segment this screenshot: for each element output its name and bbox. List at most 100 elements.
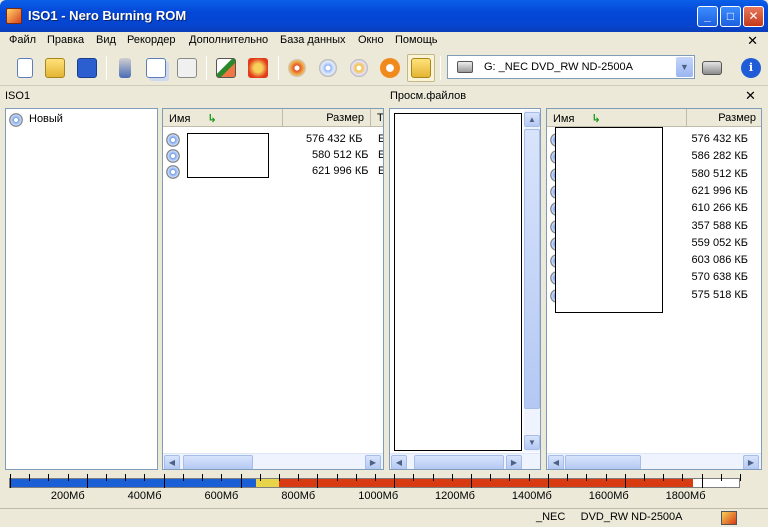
item-size: 580 512 КБ <box>312 149 369 161</box>
erase-button[interactable] <box>244 54 272 82</box>
horizontal-scrollbar[interactable]: ◀ ▶ <box>390 453 540 469</box>
scroll-thumb[interactable] <box>183 455 253 469</box>
scroll-left-icon[interactable]: ◀ <box>548 455 564 469</box>
drive-select[interactable]: G: _NEC DVD_RW ND-2500A ▼ <box>447 55 695 79</box>
close-button[interactable]: ✕ <box>743 6 764 27</box>
erase-icon <box>248 58 268 78</box>
file-browser-button[interactable] <box>407 54 435 82</box>
scroll-thumb[interactable] <box>565 455 641 469</box>
column-header-size[interactable]: Размер <box>283 109 371 127</box>
scale-tick <box>221 474 223 481</box>
save-button[interactable] <box>73 54 101 82</box>
column-header-name[interactable]: Имя ↳ <box>547 109 687 127</box>
column-header-type[interactable]: Т <box>371 109 383 127</box>
menu-recorder[interactable]: Рекордер <box>127 34 176 46</box>
menu-extras[interactable]: Дополнительно <box>189 34 268 46</box>
drive-info-button[interactable] <box>698 54 726 82</box>
scale-label: 1600Мб <box>588 490 629 502</box>
disc-icon <box>9 113 23 127</box>
browser-close-icon[interactable]: ✕ <box>745 88 756 104</box>
paste-button[interactable] <box>173 54 201 82</box>
copy-disc-button[interactable] <box>314 54 342 82</box>
scale-tick <box>259 474 261 481</box>
mdi-close-icon[interactable]: ✕ <box>747 33 758 49</box>
burn-button[interactable] <box>283 54 311 82</box>
app-icon <box>6 8 22 24</box>
column-header-size[interactable]: Размер <box>687 109 761 127</box>
item-size: 576 432 КБ <box>306 133 363 145</box>
minimize-button[interactable]: _ <box>697 6 718 27</box>
scale-tick <box>682 474 684 481</box>
horizontal-scrollbar[interactable]: ◀ ▶ <box>547 453 761 469</box>
scale-tick <box>202 474 204 481</box>
open-button[interactable] <box>41 54 69 82</box>
image-file-icon <box>166 149 180 163</box>
horizontal-scrollbar[interactable]: ◀ ▶ <box>163 453 383 469</box>
compile-button[interactable] <box>212 54 240 82</box>
scale-tick <box>355 474 357 481</box>
scale-label: 800Мб <box>281 490 316 502</box>
scroll-right-icon[interactable]: ▶ <box>743 455 759 469</box>
sort-arrow-icon: ↳ <box>207 113 217 125</box>
project-bar: ISO1 Просм.файлов ✕ <box>0 87 768 106</box>
scale-tick <box>48 474 50 481</box>
menu-view[interactable]: Вид <box>96 34 116 46</box>
scroll-thumb[interactable] <box>524 129 540 409</box>
help-button[interactable]: i <box>737 54 765 82</box>
menu-database[interactable]: База данных <box>280 34 346 46</box>
menu-help[interactable]: Помощь <box>395 34 438 46</box>
scroll-down-icon[interactable]: ▼ <box>524 435 540 450</box>
scroll-right-icon[interactable]: ▶ <box>365 455 381 469</box>
scroll-right-icon[interactable]: ▶ <box>506 455 522 469</box>
scale-tick <box>528 474 530 481</box>
browser-tree-pane[interactable]: ▲ ▼ ◀ ▶ <box>389 108 541 470</box>
cut-button[interactable] <box>111 54 139 82</box>
item-size: 621 996 КБ <box>691 184 748 197</box>
menu-file[interactable]: Файл <box>9 34 36 46</box>
title-bar[interactable]: ISO1 - Nero Burning ROM _ □ ✕ <box>0 0 768 32</box>
drive-icon <box>702 61 722 75</box>
scale-label: 1200Мб <box>435 490 475 502</box>
scroll-up-icon[interactable]: ▲ <box>524 112 540 127</box>
floppy-icon <box>77 58 97 78</box>
scale-tick <box>471 474 473 488</box>
redacted-box <box>394 113 522 451</box>
item-size: 610 266 КБ <box>691 202 748 215</box>
maximize-button[interactable]: □ <box>720 6 741 27</box>
paste-icon <box>177 58 197 78</box>
menu-edit[interactable]: Правка <box>47 34 84 46</box>
disc-info-button[interactable] <box>345 54 373 82</box>
scale-tick <box>701 474 703 488</box>
item-size: 586 282 КБ <box>691 150 748 163</box>
compilation-list[interactable]: Имя ↳ Размер Т 576 432 КБ E 580 512 КБ E… <box>162 108 384 470</box>
chevron-down-icon[interactable]: ▼ <box>676 57 693 77</box>
scale-label: 400Мб <box>127 490 162 502</box>
scale-tick <box>240 474 242 488</box>
menu-bar: Файл Правка Вид Рекордер Дополнительно Б… <box>0 32 768 50</box>
disc-info-icon <box>350 59 368 77</box>
vertical-scrollbar[interactable]: ▲ ▼ <box>524 110 540 452</box>
scroll-left-icon[interactable]: ◀ <box>391 455 407 469</box>
open-folder-icon <box>45 58 65 78</box>
scale-tick <box>586 474 588 481</box>
scroll-thumb[interactable] <box>414 455 504 469</box>
item-type: E <box>378 149 383 161</box>
copy-button[interactable] <box>142 54 170 82</box>
edit-pencil-icon <box>216 58 236 78</box>
tree-pane[interactable]: Новый <box>5 108 158 470</box>
scroll-left-icon[interactable]: ◀ <box>164 455 180 469</box>
new-button[interactable] <box>11 54 39 82</box>
column-header-name[interactable]: Имя ↳ <box>163 109 283 127</box>
eject-button[interactable] <box>376 54 404 82</box>
menu-window[interactable]: Окно <box>358 34 384 46</box>
scale-tick <box>86 474 88 488</box>
scale-tick <box>317 474 319 488</box>
scale-label: 1800Мб <box>665 490 706 502</box>
scale-tick <box>298 474 300 481</box>
browser-title: Просм.файлов <box>390 90 467 102</box>
scale-tick <box>509 474 511 481</box>
copy-icon <box>146 58 166 78</box>
redacted-box <box>187 133 269 178</box>
item-size: 357 588 КБ <box>691 219 748 232</box>
browser-file-list[interactable]: Имя ↳ Размер 576 432 КБ 586 282 КБ 580 512… <box>546 108 762 470</box>
